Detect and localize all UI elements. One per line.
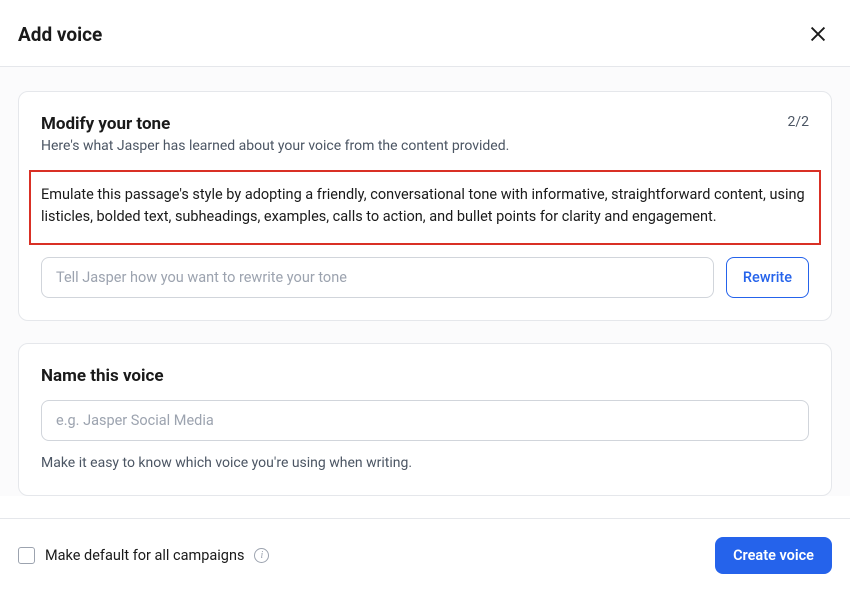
info-icon[interactable]: i <box>254 548 269 563</box>
name-helper-text: Make it easy to know which voice you're … <box>41 455 809 471</box>
close-button[interactable] <box>804 20 832 48</box>
name-voice-card: Name this voice Make it easy to know whi… <box>18 343 832 496</box>
default-checkbox-row: Make default for all campaigns i <box>18 547 269 564</box>
rewrite-button[interactable]: Rewrite <box>726 257 809 298</box>
modal-footer: Make default for all campaigns i Create … <box>0 518 850 592</box>
voice-name-input[interactable] <box>41 400 809 441</box>
step-indicator: 2/2 <box>787 114 809 130</box>
modal-title: Add voice <box>18 23 102 46</box>
name-card-title: Name this voice <box>41 366 809 386</box>
tone-card-subtitle: Here's what Jasper has learned about you… <box>41 138 509 154</box>
default-checkbox-label: Make default for all campaigns <box>45 547 244 564</box>
tone-card-title: Modify your tone <box>41 114 509 134</box>
tone-summary-highlight: Emulate this passage's style by adopting… <box>29 170 821 245</box>
rewrite-row: Rewrite <box>41 257 809 298</box>
content-area: Modify your tone Here's what Jasper has … <box>0 67 850 496</box>
modify-tone-card: Modify your tone Here's what Jasper has … <box>18 91 832 321</box>
rewrite-input[interactable] <box>41 257 714 298</box>
modal-header: Add voice <box>0 0 850 67</box>
default-checkbox[interactable] <box>18 547 35 564</box>
card-header: Modify your tone Here's what Jasper has … <box>41 114 809 170</box>
close-icon <box>807 23 829 45</box>
create-voice-button[interactable]: Create voice <box>715 537 832 574</box>
